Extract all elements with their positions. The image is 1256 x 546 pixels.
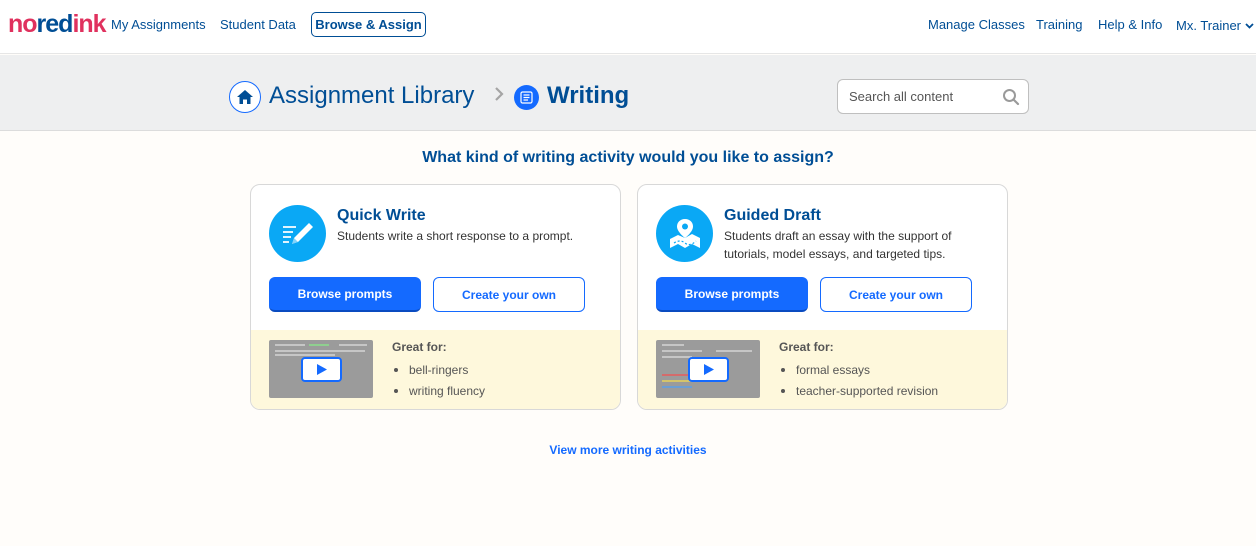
play-icon[interactable] [688, 357, 729, 382]
breadcrumb-assignment-library[interactable]: Assignment Library [269, 82, 474, 110]
top-navigation: noredink My Assignments Student Data Bro… [0, 0, 1256, 54]
view-more-writing-activities-link[interactable]: View more writing activities [0, 443, 1256, 457]
video-thumbnail[interactable] [656, 340, 760, 398]
create-your-own-button[interactable]: Create your own [433, 277, 585, 312]
map-pin-icon [656, 205, 713, 262]
nav-manage-classes[interactable]: Manage Classes [928, 17, 1025, 32]
logo-part-red: red [36, 10, 74, 38]
card-description: Students write a short response to a pro… [337, 229, 574, 243]
breadcrumb-chevron-icon [494, 86, 504, 107]
list-item: writing fluency [392, 381, 485, 402]
library-header: Assignment Library Writing [0, 55, 1256, 131]
great-for-label: Great for: [392, 340, 447, 354]
logo-part-ink: ink [72, 10, 106, 38]
great-for-list: formal essays teacher-supported revision [779, 360, 938, 402]
play-icon[interactable] [301, 357, 342, 382]
activity-prompt-heading: What kind of writing activity would you … [422, 149, 834, 166]
great-for-list: bell-ringers writing fluency [392, 360, 485, 402]
nav-my-assignments[interactable]: My Assignments [111, 17, 206, 32]
list-item: teacher-supported revision [779, 381, 938, 402]
list-item: bell-ringers [392, 360, 485, 381]
create-your-own-button[interactable]: Create your own [820, 277, 972, 312]
writing-list-icon [514, 85, 539, 110]
quick-write-card: Quick Write Students write a short respo… [250, 184, 621, 410]
nav-user-menu[interactable]: Mx. Trainer [1176, 17, 1254, 33]
card-title: Guided Draft [724, 207, 821, 224]
nav-student-data[interactable]: Student Data [220, 17, 296, 32]
card-footer: Great for: formal essays teacher-support… [638, 330, 1007, 409]
card-description: Students draft an essay with the support… [724, 229, 952, 261]
user-name: Mx. Trainer [1176, 18, 1242, 33]
browse-prompts-button[interactable]: Browse prompts [656, 277, 808, 312]
breadcrumb-current-writing: Writing [547, 82, 630, 109]
list-item: formal essays [779, 360, 938, 381]
nav-training[interactable]: Training [1036, 17, 1082, 32]
card-footer: Great for: bell-ringers writing fluency [251, 330, 620, 409]
search-icon[interactable] [1002, 88, 1020, 111]
search-box [837, 79, 1029, 114]
card-title: Quick Write [337, 207, 426, 224]
guided-draft-card: Guided Draft Students draft an essay wit… [637, 184, 1008, 410]
noredink-logo[interactable]: noredink [8, 10, 107, 39]
nav-help-info[interactable]: Help & Info [1098, 17, 1162, 32]
great-for-label: Great for: [779, 340, 834, 354]
search-input[interactable] [849, 89, 999, 104]
video-thumbnail[interactable] [269, 340, 373, 398]
home-icon[interactable] [229, 81, 261, 113]
pencil-lines-icon [269, 205, 326, 262]
logo-part-no: no [8, 10, 38, 38]
browse-prompts-button[interactable]: Browse prompts [269, 277, 421, 312]
chevron-down-icon [1245, 17, 1254, 32]
nav-browse-assign-button[interactable]: Browse & Assign [311, 12, 426, 37]
